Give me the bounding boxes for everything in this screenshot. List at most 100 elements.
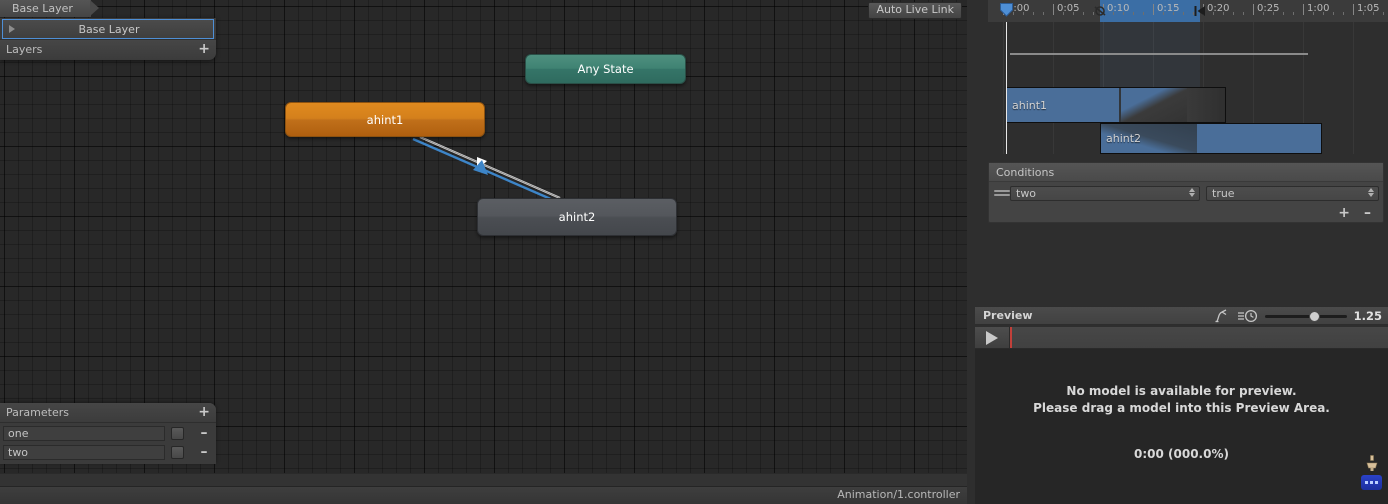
auto-live-link-button[interactable]: Auto Live Link [868,2,962,19]
layer-item-label: Base Layer [78,22,140,36]
transition-end-handle-icon[interactable] [1193,4,1207,18]
ruler-tick-label: 1:05 [1357,3,1380,14]
state-node-ahint1[interactable]: ahint1 [285,102,485,137]
graph-horizontal-scrollbar[interactable] [0,473,967,487]
state-node-any-state[interactable]: Any State [525,54,686,84]
animator-window: Any State ahint1 ahint2 Base Layer Auto … [0,0,1388,504]
auto-live-link-label: Auto Live Link [876,3,954,16]
timeline-clip-label: ahint2 [1106,132,1142,145]
ruler-subtick [1363,12,1364,15]
preview-avatar-controls [1361,455,1383,490]
conditions-footer: + – [989,204,1383,222]
ruler-tick-label: 0:10 [1107,3,1130,14]
ruler-subtick [1243,12,1244,15]
remove-condition-button[interactable]: – [1364,206,1371,220]
conditions-panel: Conditions two true + – [988,162,1384,223]
clip-fill [1197,124,1321,153]
preview-time-readout: 0:00 (000.0%) [1134,447,1229,461]
ruler-subtick [1083,12,1084,15]
timeline-clip-label: ahint1 [1012,98,1048,112]
transition-duration-line[interactable] [1010,53,1308,55]
layers-panel[interactable]: Base Layer Layers + [0,18,216,60]
parameter-row[interactable]: one – [0,424,216,443]
preview-toolbar: Preview 1.25 [975,306,1388,325]
condition-row[interactable]: two true [989,182,1383,204]
add-condition-button[interactable]: + [1338,206,1350,220]
ruler-subtick [1123,12,1124,15]
remove-parameter-button[interactable]: – [196,445,212,459]
transition-timeline[interactable]: ahint1 ahint2 [988,22,1388,154]
ruler-tick-label: 0:15 [1157,3,1180,14]
breadcrumb-item-base-layer[interactable]: Base Layer [0,0,99,17]
breadcrumb[interactable]: Base Layer [0,0,99,17]
timeline-gridline [1003,22,1004,154]
ruler-tick-label: 0:05 [1057,3,1080,14]
state-node-label: Any State [577,62,634,76]
controller-path-label: Animation/1.controller [837,488,960,501]
state-node-ahint2[interactable]: ahint2 [477,198,677,236]
condition-value-text: true [1212,186,1235,200]
slider-track [1264,314,1347,318]
remove-parameter-button[interactable]: – [196,426,212,440]
ruler-tick-label: 0:25 [1257,3,1280,14]
add-layer-button[interactable]: + [198,42,210,56]
preview-title: Preview [983,309,1033,322]
condition-value-dropdown[interactable]: true [1206,185,1379,201]
add-parameter-button[interactable]: + [198,405,210,419]
ruler-subtick [1073,12,1074,15]
preview-scrub-bar[interactable] [975,327,1388,349]
parameter-name-field[interactable]: one [3,426,165,441]
ruler-subtick [1033,12,1034,15]
ruler-subtick [1043,12,1044,15]
ruler-subtick [1383,12,1384,15]
transition-start-handle-icon[interactable] [1093,4,1107,18]
chevron-updown-icon [1368,187,1374,197]
ruler-subtick [1143,12,1144,15]
state-node-label: ahint2 [558,210,596,224]
timeline-ruler[interactable]: 0:00 0:05 0:10 0:15 0:20 0:25 1:00 1:05 [988,0,1388,23]
parameter-row[interactable]: two – [0,443,216,462]
scrub-position-marker[interactable] [1010,327,1012,348]
parameter-name-field[interactable]: two [3,445,165,460]
condition-parameter-dropdown[interactable]: two [1010,185,1200,201]
ruler-subtick [1213,12,1214,15]
transition-inspector-panel: 0:000:050:100:150:200:251:001:05 [967,0,1388,504]
avatar-icon[interactable] [1214,308,1229,323]
preview-area[interactable]: No model is available for preview. Pleas… [975,349,1388,504]
parameters-title: Parameters [6,406,69,419]
playback-speed-icon[interactable] [1237,309,1259,323]
clip-tail [1187,88,1225,122]
pivot-bone-icon[interactable] [1365,455,1379,472]
ruler-subtick [1113,12,1114,15]
ruler-subtick [1183,12,1184,15]
ruler-subtick [1173,12,1174,15]
parameter-bool-checkbox[interactable] [171,427,184,440]
animator-graph-panel[interactable]: Any State ahint1 ahint2 Base Layer Auto … [0,0,967,504]
layers-header: Layers + [0,39,216,59]
ruler-subtick [1283,12,1284,15]
parameter-bool-checkbox[interactable] [171,446,184,459]
layer-item-base-layer[interactable]: Base Layer [2,19,214,39]
ruler-subtick [1263,12,1264,15]
breadcrumb-label: Base Layer [12,2,73,15]
ruler-subtick [1333,12,1334,15]
timeline-clip-ahint2[interactable]: ahint2 [1100,123,1322,154]
ruler-tick-label: 0:20 [1207,3,1230,14]
playhead-marker-icon[interactable] [999,2,1014,17]
ruler-subtick [1163,12,1164,15]
timeline-clip-ahint1[interactable]: ahint1 [1006,87,1226,123]
drag-handle-icon[interactable] [994,190,1010,196]
slider-knob[interactable] [1308,310,1320,322]
ruler-subtick [1343,12,1344,15]
ik-toggle-icon[interactable] [1361,475,1382,490]
preview-speed-slider[interactable] [1264,310,1347,322]
preview-message-line1: No model is available for preview. [1066,384,1297,398]
preview-speed-value: 1.25 [1353,308,1382,323]
ruler-subtick [1133,12,1134,15]
ruler-subtick [1273,12,1274,15]
parameters-panel[interactable]: Parameters + one – two – [0,403,216,464]
ruler-subtick [1373,12,1374,15]
conditions-header: Conditions [989,163,1383,182]
state-node-label: ahint1 [366,112,404,127]
play-button[interactable] [975,327,1010,348]
